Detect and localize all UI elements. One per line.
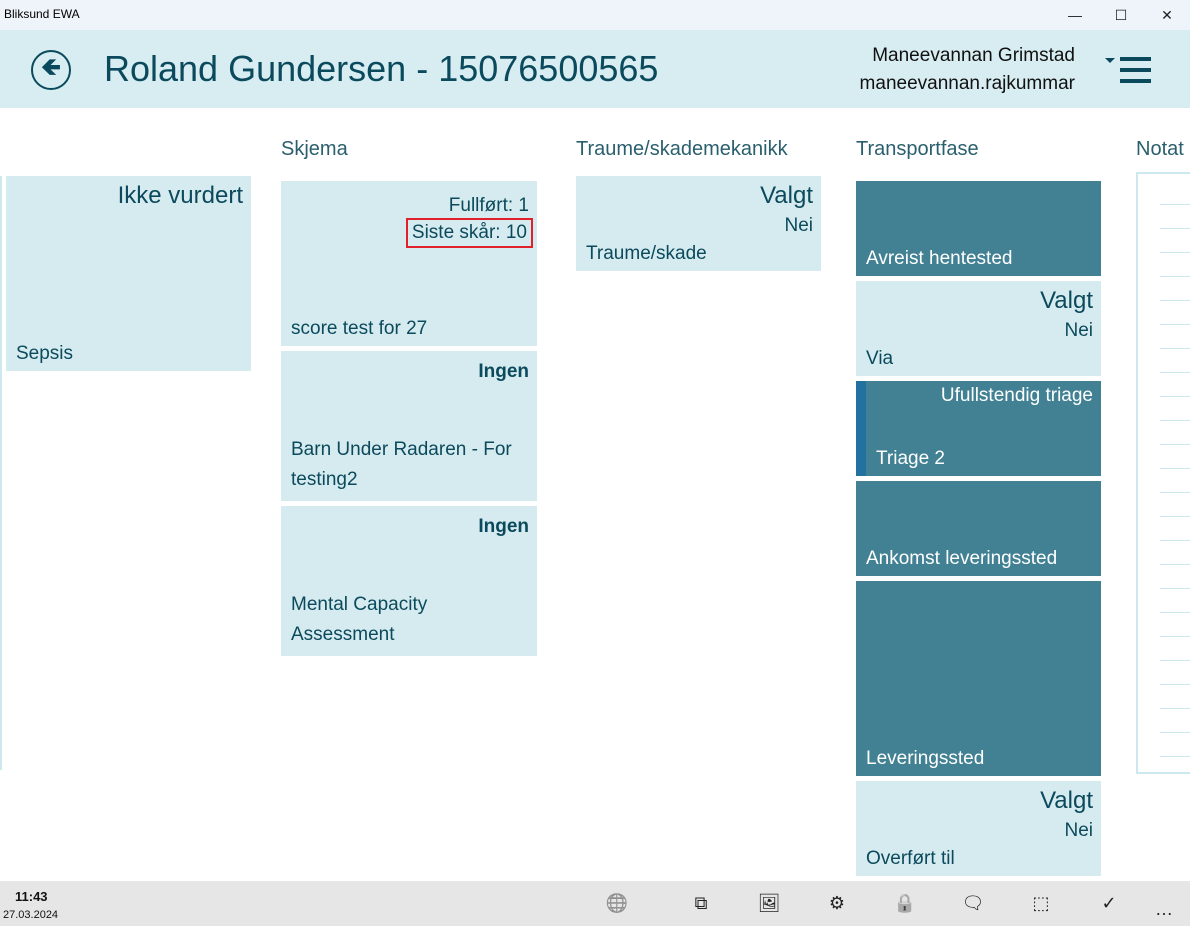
status: Valgt <box>1040 787 1093 814</box>
menu-icon[interactable] <box>1105 56 1151 86</box>
maximize-button[interactable]: ☐ <box>1098 0 1144 30</box>
arrow-left-icon: 🡸 <box>41 53 61 81</box>
label: Overført til <box>866 848 955 869</box>
lock-icon[interactable]: 🔒 <box>893 891 917 915</box>
note-line <box>1160 204 1190 205</box>
note-line <box>1160 300 1190 301</box>
note-line <box>1160 420 1190 421</box>
label: score test for 27 <box>291 318 428 339</box>
label: Leveringssted <box>866 748 985 769</box>
note-line <box>1160 252 1190 253</box>
transport-item[interactable]: Valgt Nei Overført til <box>856 781 1101 876</box>
globe-icon[interactable]: 🌐 <box>605 891 629 915</box>
note-line <box>1160 660 1190 661</box>
add-document-icon[interactable]: ⧉ <box>689 891 713 915</box>
skjema-heading: Skjema <box>281 138 348 160</box>
page-title: Roland Gundersen - 15076500565 <box>104 48 659 89</box>
image-icon[interactable]: 🖼 <box>757 891 781 915</box>
value: Nei <box>784 215 813 236</box>
notes-area[interactable] <box>1136 172 1190 774</box>
note-line <box>1160 444 1190 445</box>
last-score: Siste skår: 10 <box>405 218 533 248</box>
transport-heading: Transportfase <box>856 138 979 160</box>
label: Traume/skade <box>586 243 707 264</box>
transport-item[interactable]: Ankomst leveringssted <box>856 481 1101 576</box>
note-line <box>1160 636 1190 637</box>
title-bar: Bliksund EWA — ☐ ✕ <box>0 0 1190 30</box>
transport-item[interactable]: Valgt Nei Via <box>856 281 1101 376</box>
traume-heading: Traume/skademekanikk <box>576 138 788 160</box>
label: Mental Capacity Assessment <box>291 594 428 645</box>
sepsis-tile[interactable]: Ikke vurdert Sepsis <box>6 176 251 371</box>
check-icon[interactable]: ✓ <box>1097 891 1121 915</box>
transport-item[interactable]: Avreist hentested <box>856 181 1101 276</box>
label: Ankomst leveringssted <box>866 548 1058 569</box>
header: 🡸 Roland Gundersen - 15076500565 Maneeva… <box>0 30 1190 108</box>
note-line <box>1160 372 1190 373</box>
crop-icon[interactable]: ⬚ <box>1029 891 1053 915</box>
status: Valgt <box>1040 287 1093 314</box>
note-line <box>1160 468 1190 469</box>
note-line <box>1160 348 1190 349</box>
gear-icon[interactable]: ⚙ <box>825 891 849 915</box>
back-button[interactable]: 🡸 <box>31 50 71 90</box>
user-login: maneevannan.rajkummar <box>859 73 1075 94</box>
minimize-button[interactable]: — <box>1052 0 1098 30</box>
more-icon[interactable]: … <box>1152 897 1176 921</box>
note-line <box>1160 756 1190 757</box>
status: Ingen <box>478 361 529 382</box>
skjema-item[interactable]: Ingen Mental Capacity Assessment <box>281 506 537 656</box>
traume-tile[interactable]: Valgt Nei Traume/skade <box>576 176 821 271</box>
note-line <box>1160 540 1190 541</box>
window-title: Bliksund EWA <box>4 7 80 21</box>
comment-icon[interactable]: 🗨 <box>961 891 985 915</box>
label: Sepsis <box>16 343 74 364</box>
close-button[interactable]: ✕ <box>1144 0 1190 30</box>
note-line <box>1160 516 1190 517</box>
note-line <box>1160 588 1190 589</box>
skjema-item[interactable]: Fullført: 1 Siste skår: 10 score test fo… <box>281 181 537 346</box>
status: Ikke vurdert <box>117 182 243 209</box>
note-line <box>1160 708 1190 709</box>
note-line <box>1160 732 1190 733</box>
value: Nei <box>1064 320 1093 341</box>
note-line <box>1160 228 1190 229</box>
note-line <box>1160 396 1190 397</box>
note-line <box>1160 564 1190 565</box>
status: Ufullstendig triage <box>940 385 1093 406</box>
status: Ingen <box>478 516 529 537</box>
status: Valgt <box>760 182 813 209</box>
label: Barn Under Radaren - For testing2 <box>291 439 512 490</box>
user-name: Maneevannan Grimstad <box>872 45 1075 66</box>
notat-heading: Notat <box>1136 138 1184 160</box>
transport-item[interactable]: Leveringssted <box>856 581 1101 776</box>
clock-time: 11:43 <box>15 889 48 904</box>
label: Triage 2 <box>876 448 945 469</box>
label: Avreist hentested <box>866 248 1013 269</box>
note-line <box>1160 612 1190 613</box>
bottom-app-bar: 11:43 27.03.2024 🌐 ⧉ 🖼 ⚙ 🔒 🗨 ⬚ ✓ … <box>0 881 1190 926</box>
completed-count: Fullført: 1 <box>448 195 529 216</box>
transport-item[interactable]: Ufullstendig triage Triage 2 <box>856 381 1101 476</box>
label: Via <box>866 348 894 369</box>
clock-date: 27.03.2024 <box>3 909 59 921</box>
note-line <box>1160 276 1190 277</box>
note-line <box>1160 492 1190 493</box>
left-column-border <box>0 176 2 770</box>
skjema-item[interactable]: Ingen Barn Under Radaren - For testing2 <box>281 351 537 501</box>
note-line <box>1160 324 1190 325</box>
note-line <box>1160 684 1190 685</box>
value: Nei <box>1064 820 1093 841</box>
